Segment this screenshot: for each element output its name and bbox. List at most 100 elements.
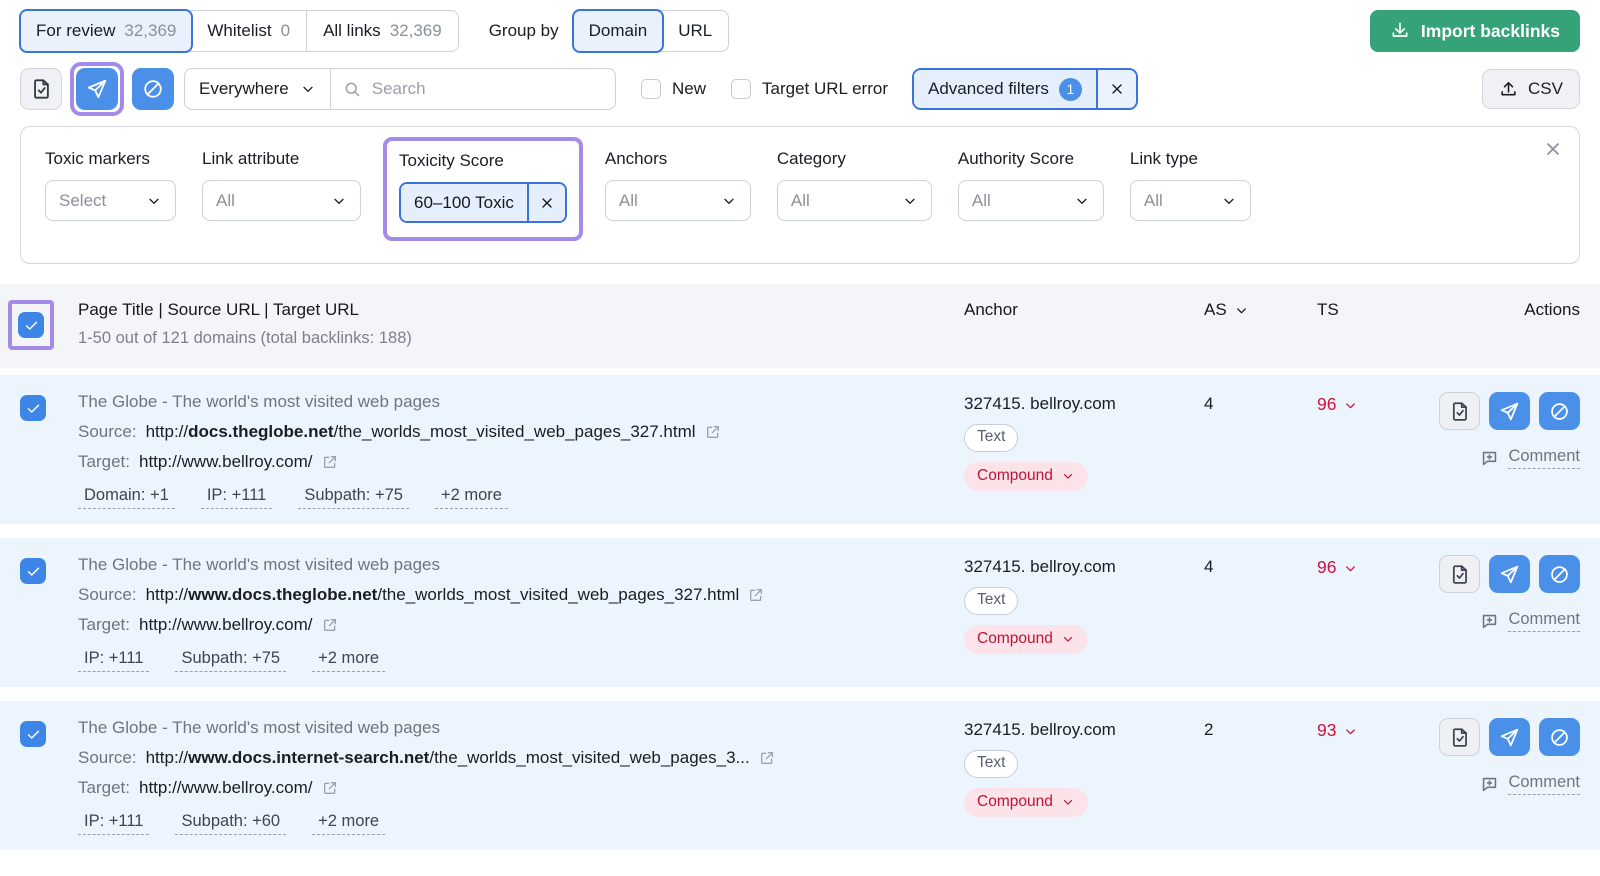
authority-score-value: 4: [1204, 394, 1214, 413]
category-select[interactable]: All: [776, 180, 932, 221]
chevron-down-icon: [1221, 193, 1237, 209]
compound-badge[interactable]: Compound: [964, 625, 1088, 654]
remove-toxicity-filter-button[interactable]: [526, 184, 565, 221]
tab-count: 32,369: [124, 21, 177, 40]
remove-row-button[interactable]: [1489, 718, 1530, 756]
tag-domain[interactable]: Domain: +1: [78, 485, 175, 509]
whitelist-row-button[interactable]: [1439, 392, 1480, 430]
external-link-icon[interactable]: [759, 750, 775, 766]
tag-ip[interactable]: IP: +111: [78, 811, 150, 835]
x-icon: [1543, 139, 1563, 159]
new-checkbox[interactable]: New: [641, 79, 706, 99]
compound-badge[interactable]: Compound: [964, 788, 1088, 817]
authority-score-value: 4: [1204, 557, 1214, 576]
search-icon: [343, 80, 361, 98]
table-header: Page Title | Source URL | Target URL 1-5…: [0, 284, 1600, 368]
chevron-down-icon: [1061, 795, 1075, 809]
page-title: The Globe - The world's most visited web…: [78, 555, 440, 574]
close-filters-panel-button[interactable]: [1543, 139, 1563, 159]
target-label: Target:: [78, 615, 130, 634]
comment-button[interactable]: Comment: [1480, 773, 1580, 795]
tab-count: 0: [280, 21, 291, 40]
source-label: Source:: [78, 422, 137, 441]
chevron-down-icon: [146, 193, 162, 209]
tag-more[interactable]: +2 more: [312, 648, 386, 672]
comment-button[interactable]: Comment: [1480, 610, 1580, 632]
disavow-row-button[interactable]: [1539, 718, 1580, 756]
source-url: http://www.docs.theglobe.net/the_worlds_…: [145, 585, 740, 604]
top-bar: For review 32,369 Whitelist 0 All links …: [0, 0, 1600, 53]
as-sort-header[interactable]: AS: [1204, 300, 1307, 320]
advanced-filters-panel: Toxic markers Select Link attribute All …: [20, 126, 1580, 264]
search-input[interactable]: [369, 78, 603, 100]
clear-advanced-filters-button[interactable]: [1095, 70, 1136, 108]
scope-dropdown[interactable]: Everywhere: [185, 69, 331, 109]
group-by-domain[interactable]: Domain: [571, 9, 665, 53]
checkbox-unchecked: [731, 79, 752, 99]
external-link-icon[interactable]: [748, 587, 764, 603]
chevron-down-icon: [1061, 632, 1075, 646]
filter-link-type: Link type All: [1129, 149, 1251, 221]
advanced-filters-button[interactable]: Advanced filters 1: [913, 70, 1096, 108]
search-box: [331, 69, 615, 109]
target-url-line: Target: http://www.bellroy.com/: [78, 615, 964, 635]
tag-more[interactable]: +2 more: [312, 811, 386, 835]
row-checkbox[interactable]: [20, 558, 46, 584]
toxicity-score-cell: 96: [1307, 392, 1417, 509]
tag-subpath[interactable]: Subpath: +60: [175, 811, 287, 835]
tab-for-review[interactable]: For review 32,369: [19, 9, 194, 53]
tag-subpath[interactable]: Subpath: +75: [298, 485, 409, 509]
tab-all-links[interactable]: All links 32,369: [306, 11, 458, 51]
select-all-checkbox[interactable]: [18, 312, 44, 338]
filter-count-badge: 1: [1058, 77, 1082, 101]
disavow-row-button[interactable]: [1539, 392, 1580, 430]
move-to-whitelist-button[interactable]: [20, 68, 62, 110]
tag-subpath[interactable]: Subpath: +75: [175, 648, 287, 672]
tag-ip[interactable]: IP: +111: [78, 648, 150, 672]
move-to-disavow-list-button[interactable]: [132, 68, 174, 110]
remove-row-button[interactable]: [1489, 392, 1530, 430]
comment-plus-icon: [1480, 449, 1499, 468]
toxic-markers-select[interactable]: Select: [45, 180, 176, 221]
chevron-down-icon[interactable]: [1343, 720, 1358, 739]
link-type-select[interactable]: All: [1129, 180, 1251, 221]
disavow-row-button[interactable]: [1539, 555, 1580, 593]
group-by-url[interactable]: URL: [662, 11, 728, 51]
whitelist-row-button[interactable]: [1439, 718, 1480, 756]
chevron-down-icon[interactable]: [1343, 394, 1358, 413]
link-attribute-select[interactable]: All: [202, 180, 361, 221]
anchors-select[interactable]: All: [604, 180, 751, 221]
chevron-down-icon: [1234, 303, 1249, 318]
paper-plane-icon: [1499, 564, 1520, 585]
backlink-row: The Globe - The world's most visited web…: [0, 538, 1600, 687]
toxicity-score-cell: 93: [1307, 718, 1417, 835]
block-icon: [1549, 401, 1570, 422]
toxicity-score-value[interactable]: 60–100 Toxic: [401, 184, 527, 221]
target-url-line: Target: http://www.bellroy.com/: [78, 452, 964, 472]
row-checkbox[interactable]: [20, 395, 46, 421]
source-url: http://docs.theglobe.net/the_worlds_most…: [145, 422, 696, 441]
external-link-icon[interactable]: [322, 617, 338, 633]
authority-score-select[interactable]: All: [957, 180, 1104, 221]
whitelist-row-button[interactable]: [1439, 555, 1480, 593]
comment-button[interactable]: Comment: [1480, 447, 1580, 469]
external-link-icon[interactable]: [705, 424, 721, 440]
block-icon: [1549, 727, 1570, 748]
tab-whitelist[interactable]: Whitelist 0: [191, 11, 306, 51]
remove-row-button[interactable]: [1489, 555, 1530, 593]
anchor-column-header: Anchor: [964, 300, 1018, 319]
select-all-cell: [0, 300, 64, 350]
upload-icon: [1499, 80, 1518, 99]
move-to-remove-list-button[interactable]: [76, 68, 118, 110]
page-title: The Globe - The world's most visited web…: [78, 718, 440, 737]
external-link-icon[interactable]: [322, 454, 338, 470]
chevron-down-icon[interactable]: [1343, 557, 1358, 576]
import-backlinks-button[interactable]: Import backlinks: [1369, 10, 1580, 52]
target-url-error-checkbox[interactable]: Target URL error: [731, 79, 888, 99]
tag-ip[interactable]: IP: +111: [200, 485, 273, 509]
row-checkbox[interactable]: [20, 721, 46, 747]
tag-more[interactable]: +2 more: [434, 485, 508, 509]
compound-badge[interactable]: Compound: [964, 462, 1088, 491]
export-csv-button[interactable]: CSV: [1482, 69, 1580, 109]
external-link-icon[interactable]: [322, 780, 338, 796]
